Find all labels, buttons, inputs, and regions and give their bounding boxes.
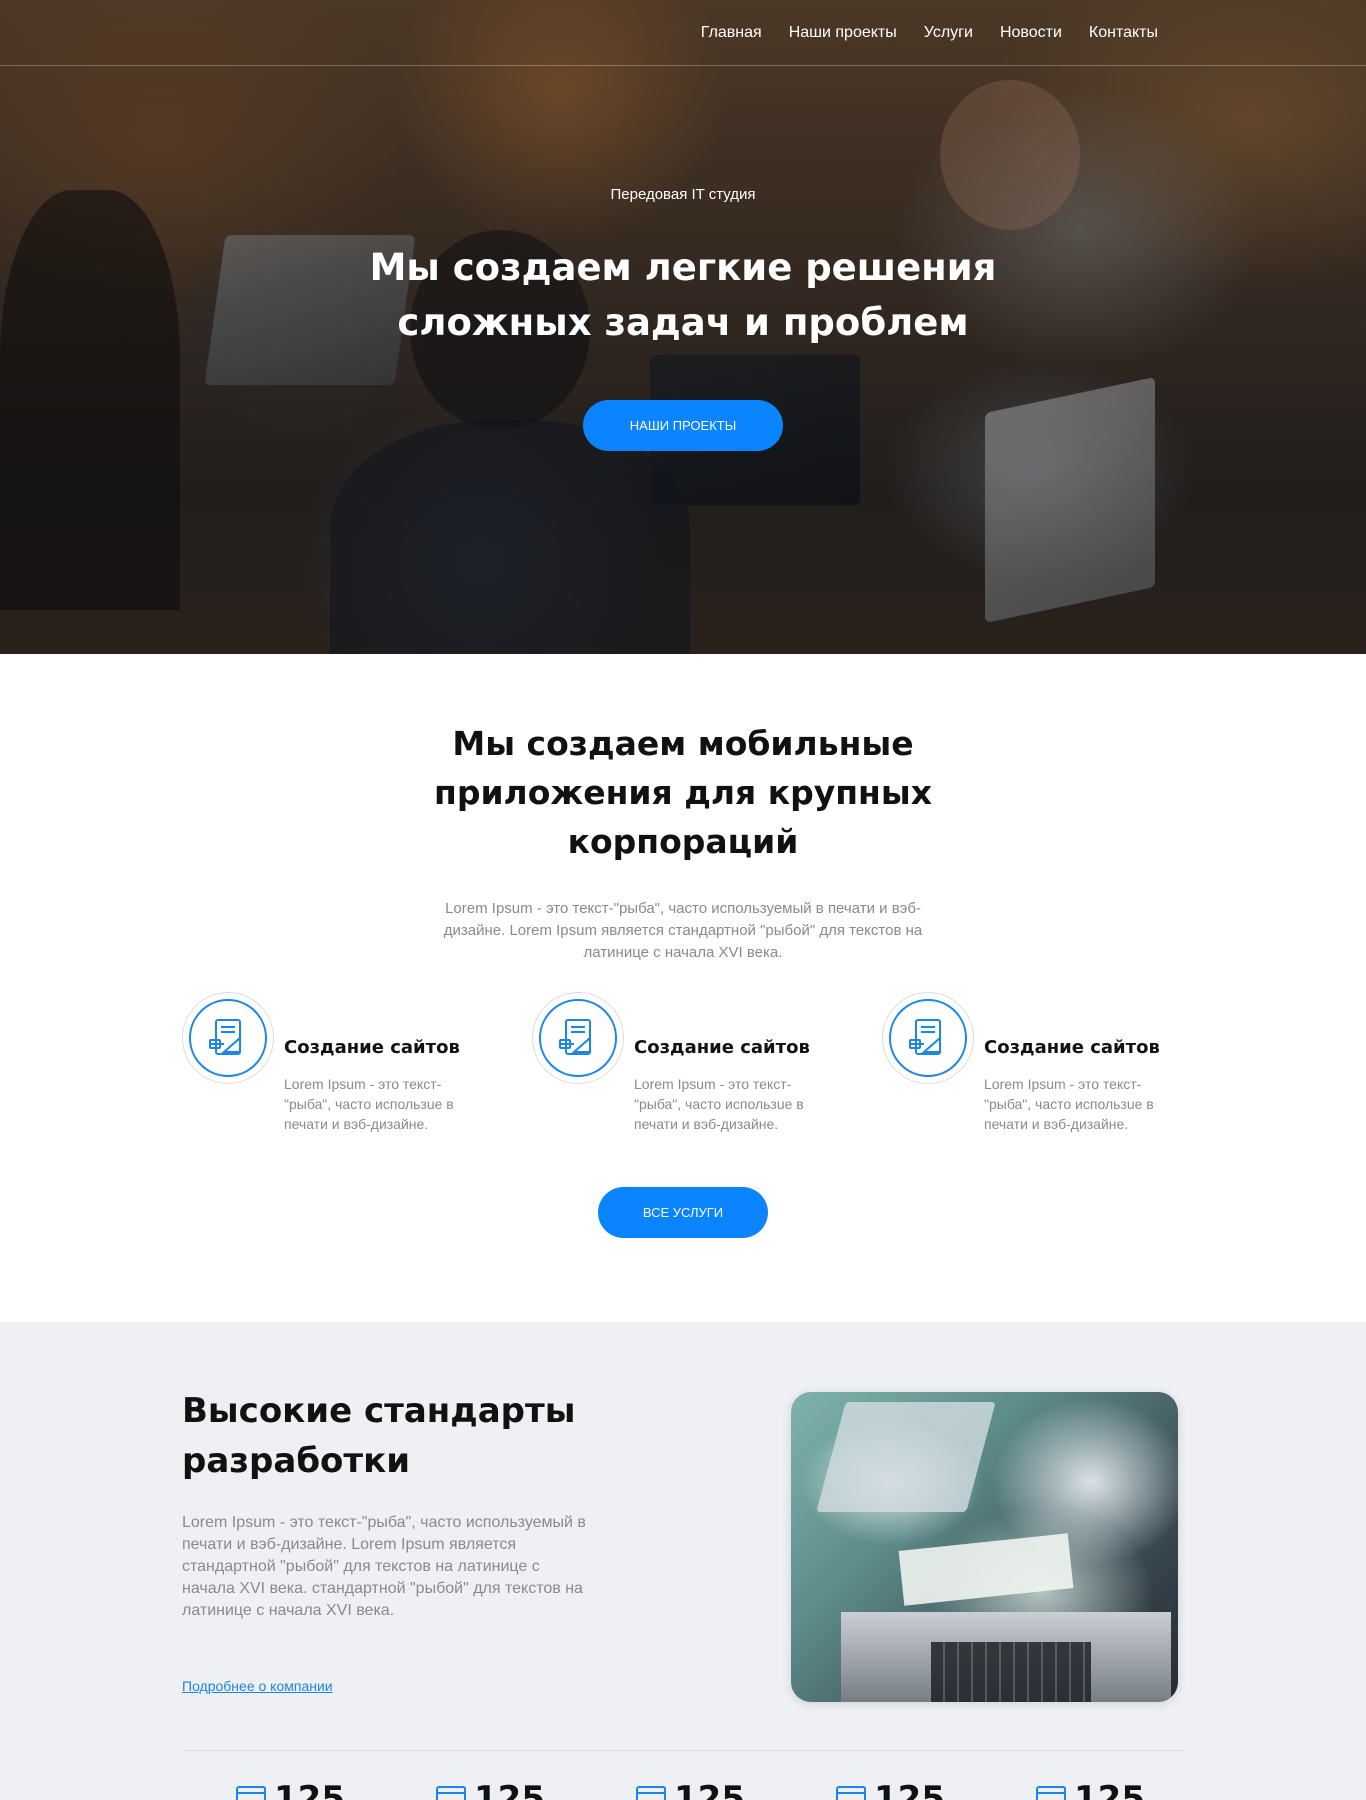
stat-item: 125 bbox=[836, 1782, 945, 1800]
stat-item: 125 bbox=[236, 1782, 345, 1800]
stat-value: 125 bbox=[674, 1782, 745, 1800]
section-divider bbox=[182, 1750, 1184, 1751]
services-section: Мы создаем мобильные приложения для круп… bbox=[0, 654, 1366, 1322]
service-card[interactable]: Создание сайтов Lorem Ipsum - это текст-… bbox=[882, 992, 1182, 1142]
stat-value: 125 bbox=[474, 1782, 545, 1800]
about-company-link[interactable]: Подробнее о компании bbox=[182, 1678, 333, 1694]
service-card-title: Создание сайтов bbox=[984, 1037, 1160, 1058]
drafting-document-icon bbox=[539, 999, 617, 1077]
stat-value: 125 bbox=[274, 1782, 345, 1800]
browser-window-icon bbox=[236, 1786, 266, 1800]
nav-item-contacts[interactable]: Контакты bbox=[1089, 24, 1158, 41]
hero-section: Главная Наши проекты Услуги Новости Конт… bbox=[0, 0, 1366, 654]
stat-item: 125 bbox=[636, 1782, 745, 1800]
stat-value: 125 bbox=[1074, 1782, 1145, 1800]
about-title: Высокие стандарты разработки bbox=[182, 1391, 576, 1481]
nav-item-services[interactable]: Услуги bbox=[924, 24, 973, 41]
nav-item-home[interactable]: Главная bbox=[701, 24, 762, 41]
service-card-title: Создание сайтов bbox=[284, 1037, 460, 1058]
service-card-text: Lorem Ipsum - это текст-"рыба", часто ис… bbox=[984, 1076, 1154, 1132]
browser-window-icon bbox=[1036, 1786, 1066, 1800]
service-card-text: Lorem Ipsum - это текст-"рыба", часто ис… bbox=[634, 1076, 804, 1132]
service-card-title: Создание сайтов bbox=[634, 1037, 810, 1058]
about-image bbox=[791, 1392, 1178, 1702]
hero-subtitle: Передовая IT студия bbox=[610, 186, 756, 203]
stat-value: 125 bbox=[874, 1782, 945, 1800]
stats-row: 125 125 125 125 125 bbox=[0, 1782, 1366, 1800]
nav-item-projects[interactable]: Наши проекты bbox=[789, 24, 897, 41]
nav-item-news[interactable]: Новости bbox=[1000, 24, 1062, 41]
main-nav: Главная Наши проекты Услуги Новости Конт… bbox=[0, 0, 1366, 66]
our-projects-button[interactable]: НАШИ ПРОЕКТЫ bbox=[583, 400, 783, 451]
service-card[interactable]: Создание сайтов Lorem Ipsum - это текст-… bbox=[532, 992, 832, 1142]
about-section: Высокие стандарты разработки Lorem Ipsum… bbox=[0, 1322, 1366, 1800]
drafting-document-icon bbox=[889, 999, 967, 1077]
browser-window-icon bbox=[636, 1786, 666, 1800]
service-card-text: Lorem Ipsum - это текст-"рыба", часто ис… bbox=[284, 1076, 454, 1132]
browser-window-icon bbox=[836, 1786, 866, 1800]
services-description: Lorem Ipsum - это текст-"рыба", часто ис… bbox=[443, 900, 923, 961]
browser-window-icon bbox=[436, 1786, 466, 1800]
service-card[interactable]: Создание сайтов Lorem Ipsum - это текст-… bbox=[182, 992, 482, 1142]
all-services-button[interactable]: ВСЕ УСЛУГИ bbox=[598, 1187, 768, 1238]
about-text: Lorem Ipsum - это текст-"рыба", часто ис… bbox=[182, 1514, 586, 1619]
services-title: Мы создаем мобильные приложения для круп… bbox=[434, 724, 932, 861]
stat-item: 125 bbox=[1036, 1782, 1145, 1800]
hero-title: Мы создаем легкие решения сложных задач … bbox=[369, 246, 997, 344]
drafting-document-icon bbox=[189, 999, 267, 1077]
stat-item: 125 bbox=[436, 1782, 545, 1800]
